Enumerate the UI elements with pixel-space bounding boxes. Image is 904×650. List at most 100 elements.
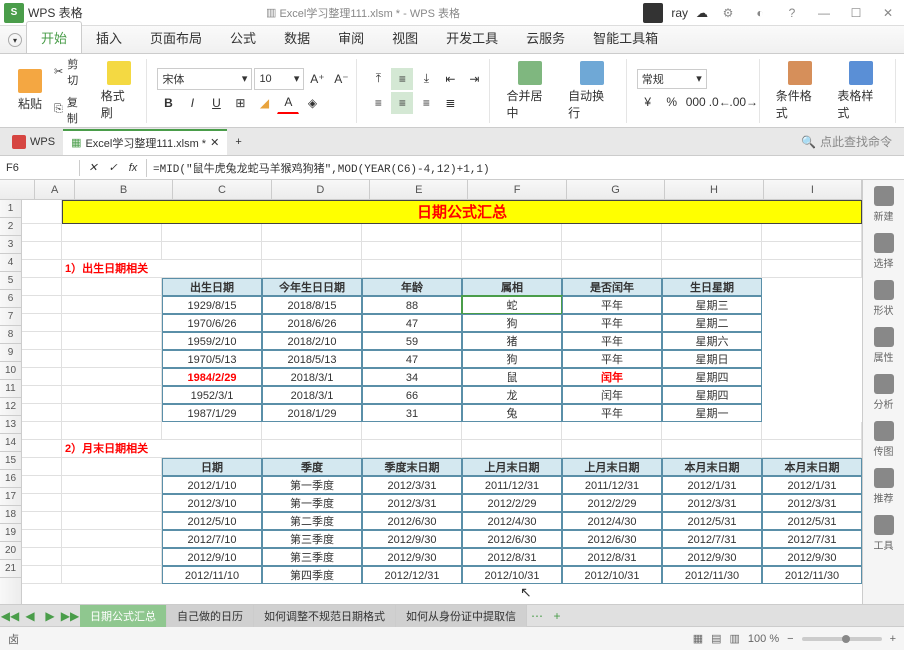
cell[interactable]	[762, 440, 862, 458]
table-header[interactable]: 本月末日期	[762, 458, 862, 476]
table-cell[interactable]: 平年	[562, 332, 662, 350]
menu-tab-5[interactable]: 审阅	[324, 22, 378, 53]
cell[interactable]	[22, 224, 62, 242]
side-选择[interactable]: 选择	[874, 233, 894, 270]
cell[interactable]	[762, 260, 862, 278]
table-cell[interactable]: 2012/2/29	[462, 494, 562, 512]
cell[interactable]	[22, 494, 62, 512]
cell[interactable]	[22, 440, 62, 458]
row-header[interactable]: 15	[0, 452, 21, 470]
row-header[interactable]: 20	[0, 542, 21, 560]
menu-tab-3[interactable]: 公式	[216, 22, 270, 53]
table-cell[interactable]: 2012/7/31	[762, 530, 862, 548]
cell[interactable]	[22, 368, 62, 386]
zoom-in-button[interactable]: +	[890, 633, 896, 645]
cell[interactable]	[22, 296, 62, 314]
table-cell[interactable]: 第四季度	[262, 566, 362, 584]
bold-button[interactable]: B	[157, 92, 179, 114]
fillcolor-button[interactable]: ◢	[253, 92, 275, 114]
table-cell[interactable]: 1970/6/26	[162, 314, 262, 332]
side-形状[interactable]: 形状	[874, 280, 894, 317]
cell[interactable]	[22, 458, 62, 476]
sheet-tab[interactable]: 自己做的日历	[167, 605, 254, 627]
table-header[interactable]: 日期	[162, 458, 262, 476]
cell[interactable]	[22, 566, 62, 584]
row-header[interactable]: 14	[0, 434, 21, 452]
cell[interactable]	[662, 260, 762, 278]
minimize-button[interactable]: —	[812, 3, 836, 23]
cell[interactable]	[62, 494, 162, 512]
table-cell[interactable]: 星期四	[662, 368, 762, 386]
align-top-button[interactable]: ⤒	[367, 68, 389, 90]
align-center-button[interactable]: ≡	[391, 92, 413, 114]
name-box[interactable]: F6	[0, 160, 80, 176]
cell[interactable]	[62, 278, 162, 296]
table-cell[interactable]: 2018/1/29	[262, 404, 362, 422]
table-cell[interactable]: 1952/3/1	[162, 386, 262, 404]
table-header[interactable]: 是否闰年	[562, 278, 662, 296]
cell[interactable]	[62, 566, 162, 584]
formula-input[interactable]: =MID("鼠牛虎兔龙蛇马羊猴鸡狗猪",MOD(YEAR(C6)-4,12)+1…	[147, 158, 904, 178]
table-cell[interactable]: 2012/9/30	[662, 548, 762, 566]
cell[interactable]	[562, 224, 662, 242]
row-header[interactable]: 18	[0, 506, 21, 524]
col-header[interactable]: D	[272, 180, 370, 199]
cell[interactable]	[22, 314, 62, 332]
menu-dropdown[interactable]: ▾	[8, 33, 22, 47]
sheet-nav-next[interactable]: ▶	[40, 606, 60, 626]
menu-tab-1[interactable]: 插入	[82, 22, 136, 53]
decrease-font-button[interactable]: A⁻	[330, 68, 352, 90]
banner-title[interactable]: 日期公式汇总	[62, 200, 862, 224]
col-header[interactable]: C	[173, 180, 271, 199]
table-header[interactable]: 上月末日期	[462, 458, 562, 476]
row-header[interactable]: 17	[0, 488, 21, 506]
table-cell[interactable]: 2012/10/31	[562, 566, 662, 584]
clear-format-button[interactable]: ◈	[301, 92, 323, 114]
menu-tab-4[interactable]: 数据	[270, 22, 324, 53]
cell[interactable]	[162, 224, 262, 242]
row-header[interactable]: 3	[0, 236, 21, 254]
percent-button[interactable]: %	[661, 91, 683, 113]
col-header[interactable]: H	[665, 180, 763, 199]
table-cell[interactable]: 2011/12/31	[462, 476, 562, 494]
table-cell[interactable]: 星期二	[662, 314, 762, 332]
section1-title[interactable]: 1）出生日期相关	[62, 260, 262, 278]
align-bottom-button[interactable]: ⤓	[415, 68, 437, 90]
col-header[interactable]: G	[567, 180, 665, 199]
close-button[interactable]: ✕	[876, 3, 900, 23]
cell[interactable]	[662, 242, 762, 260]
inc-decimal-button[interactable]: .0←	[709, 91, 731, 113]
cell[interactable]	[22, 422, 62, 440]
col-header[interactable]: A	[35, 180, 74, 199]
table-cell[interactable]: 狗	[462, 350, 562, 368]
align-right-button[interactable]: ≡	[415, 92, 437, 114]
cell[interactable]	[62, 296, 162, 314]
side-传图[interactable]: 传图	[874, 421, 894, 458]
table-cell[interactable]: 2012/8/31	[562, 548, 662, 566]
table-header[interactable]: 属相	[462, 278, 562, 296]
table-cell[interactable]: 2018/3/1	[262, 386, 362, 404]
cell[interactable]	[62, 368, 162, 386]
cell[interactable]	[22, 512, 62, 530]
table-cell[interactable]: 2018/3/1	[262, 368, 362, 386]
menu-tab-2[interactable]: 页面布局	[136, 22, 216, 53]
table-cell[interactable]: 1987/1/29	[162, 404, 262, 422]
search-hint[interactable]: 点此查找命令	[820, 133, 892, 150]
table-header[interactable]: 年龄	[362, 278, 462, 296]
table-cell[interactable]: 2012/1/31	[762, 476, 862, 494]
numformat-select[interactable]: 常规▾	[637, 69, 707, 89]
avatar[interactable]	[643, 3, 663, 23]
fontsize-select[interactable]: 10▾	[254, 68, 304, 90]
cell[interactable]	[22, 350, 62, 368]
row-header[interactable]: 16	[0, 470, 21, 488]
cell[interactable]	[62, 530, 162, 548]
table-cell[interactable]: 2018/5/13	[262, 350, 362, 368]
table-cell[interactable]: 第三季度	[262, 530, 362, 548]
row-header[interactable]: 11	[0, 380, 21, 398]
cell[interactable]	[62, 350, 162, 368]
justify-button[interactable]: ≣	[439, 92, 461, 114]
wrap-button[interactable]: 自动换行	[562, 59, 622, 123]
table-cell[interactable]: 2012/9/10	[162, 548, 262, 566]
cloud-icon[interactable]: ☁	[696, 6, 708, 20]
table-cell[interactable]: 第三季度	[262, 548, 362, 566]
